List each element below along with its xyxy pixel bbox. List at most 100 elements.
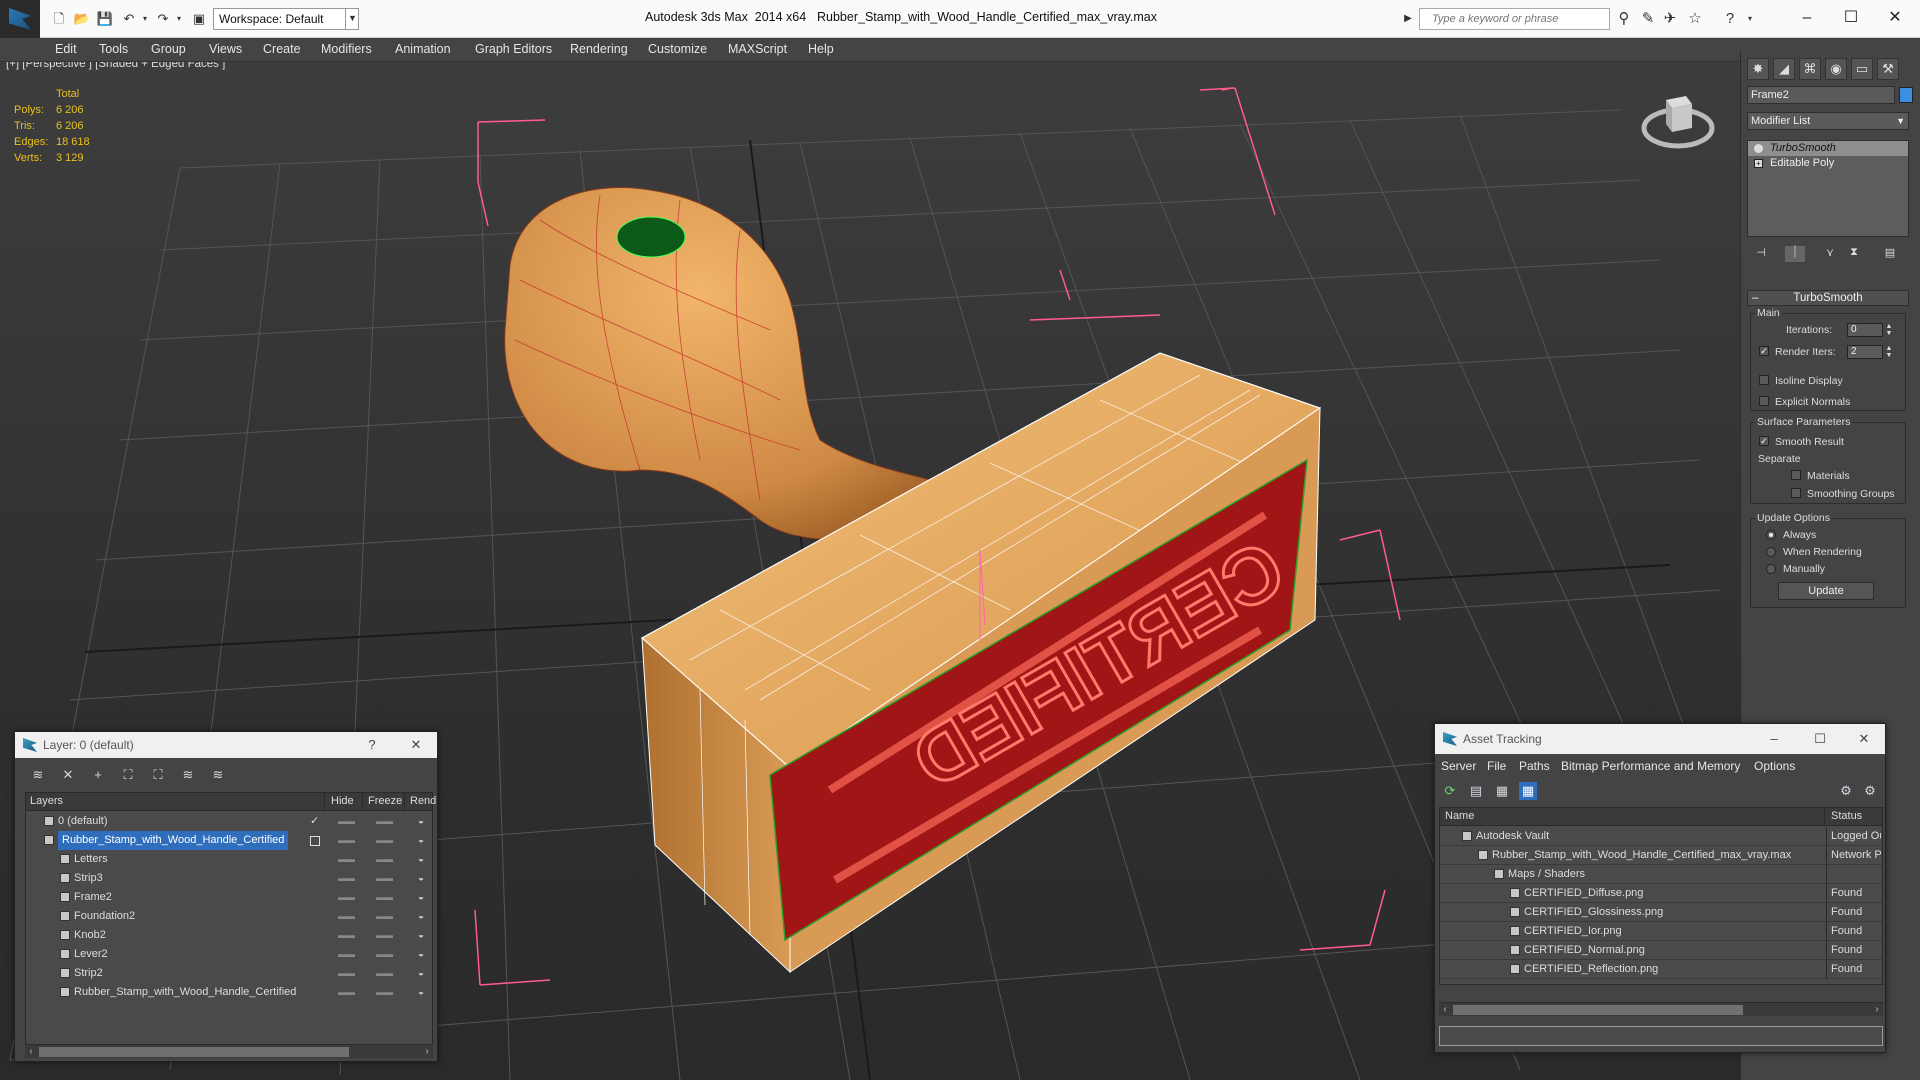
close-icon[interactable]: ✕ [401, 732, 431, 758]
render-toggle-icon[interactable]: ◒ [418, 888, 424, 907]
when-rendering-radio[interactable] [1766, 547, 1776, 557]
isoline-display-checkbox[interactable] [1759, 375, 1769, 385]
asset-row[interactable]: CERTIFIED_Ior.png Found [1440, 922, 1882, 941]
asset-menu-paths[interactable]: Paths [1519, 759, 1550, 773]
render-toggle-icon[interactable]: ◒ [418, 812, 424, 831]
project-folder-icon[interactable]: ▣ [190, 10, 208, 28]
binoculars-icon[interactable]: ⚲ [1614, 9, 1634, 29]
highlight-layer-icon[interactable]: ⛶ [149, 766, 167, 784]
help-icon[interactable]: ? [357, 732, 387, 758]
scroll-left-icon[interactable]: ‹ [1439, 1003, 1451, 1017]
explicit-normals-checkbox[interactable] [1759, 396, 1769, 406]
new-layer-icon[interactable]: ≋ [29, 766, 47, 784]
configure-sets-icon[interactable]: ▤ [1880, 246, 1900, 262]
close-button[interactable]: ✕ [1872, 3, 1918, 33]
workspace-dropdown-icon[interactable]: ▼ [345, 8, 359, 30]
hide-toggle-icon[interactable]: ▬▬ [338, 888, 355, 907]
redo-dropdown-icon[interactable]: ▾ [170, 10, 188, 28]
hide-toggle-icon[interactable]: ▬▬ [338, 964, 355, 983]
hide-toggle-icon[interactable]: ▬▬ [338, 926, 355, 945]
expand-search-icon[interactable]: ▶ [1398, 9, 1418, 29]
layer-row[interactable]: Strip3 ▬▬ ▬▬ ◒ [26, 869, 432, 888]
layer-row[interactable]: Frame2 ▬▬ ▬▬ ◒ [26, 888, 432, 907]
lightbulb-icon[interactable] [1754, 144, 1763, 153]
asset-list[interactable]: Name Status Autodesk Vault Logged Ou Rubbe… [1439, 807, 1883, 985]
render-toggle-icon[interactable]: ◒ [418, 945, 424, 964]
undo-dropdown-icon[interactable]: ▾ [136, 10, 154, 28]
menu-views[interactable]: Views [209, 42, 242, 56]
remove-modifier-icon[interactable]: ⧗ [1844, 246, 1864, 262]
render-iters-spinner[interactable]: 2 [1847, 345, 1883, 359]
freeze-toggle-icon[interactable]: ▬▬ [376, 907, 393, 926]
maximize-icon[interactable]: ☐ [1805, 724, 1835, 754]
render-iters-checkbox[interactable]: ✓ [1759, 346, 1769, 356]
menu-modifiers[interactable]: Modifiers [321, 42, 372, 56]
modifier-stack[interactable]: TurboSmooth + Editable Poly [1747, 140, 1909, 237]
scroll-right-icon[interactable]: › [421, 1045, 433, 1059]
asset-row[interactable]: CERTIFIED_Reflection.png Found [1440, 960, 1882, 979]
search-input[interactable] [1420, 9, 1590, 29]
asset-path-field[interactable] [1439, 1026, 1883, 1046]
column-name[interactable]: Name [1445, 810, 1474, 822]
freeze-toggle-icon[interactable]: ▬▬ [376, 964, 393, 983]
display-tab-icon[interactable]: ▭ [1851, 58, 1873, 80]
render-toggle-icon[interactable]: ◒ [418, 964, 424, 983]
asset-row[interactable]: Maps / Shaders [1440, 865, 1882, 884]
hide-toggle-icon[interactable]: ▬▬ [338, 869, 355, 888]
scroll-thumb[interactable] [39, 1047, 349, 1057]
column-hide[interactable]: Hide [331, 795, 354, 807]
help-dropdown-icon[interactable]: ▾ [1740, 9, 1760, 29]
make-unique-icon[interactable]: ⋎ [1820, 246, 1840, 262]
column-layers[interactable]: Layers [30, 795, 63, 807]
iterations-spinner[interactable]: 0 [1847, 323, 1883, 337]
scroll-thumb[interactable] [1453, 1005, 1743, 1015]
hide-toggle-icon[interactable]: ▬▬ [338, 812, 355, 831]
freeze-all-layers-icon[interactable]: ≋ [209, 766, 227, 784]
manually-radio[interactable] [1766, 564, 1776, 574]
layer-horizontal-scrollbar[interactable]: ‹ › [25, 1044, 433, 1058]
asset-horizontal-scrollbar[interactable]: ‹ › [1439, 1002, 1883, 1016]
hide-toggle-icon[interactable]: ▬▬ [338, 831, 355, 850]
vault-icon[interactable]: ⚙ [1837, 782, 1855, 800]
open-file-icon[interactable]: 📂 [73, 10, 91, 28]
create-tab-icon[interactable]: ✸ [1747, 58, 1769, 80]
help-icon[interactable]: ? [1720, 9, 1740, 29]
table-view-icon[interactable]: ▦ [1519, 782, 1537, 800]
maximize-button[interactable]: ☐ [1828, 3, 1874, 33]
refresh-icon[interactable]: ⟳ [1441, 782, 1459, 800]
freeze-toggle-icon[interactable]: ▬▬ [376, 983, 393, 1002]
hide-toggle-icon[interactable]: ▬▬ [338, 907, 355, 926]
freeze-toggle-icon[interactable]: ▬▬ [376, 831, 393, 850]
layer-row[interactable]: Letters ▬▬ ▬▬ ◒ [26, 850, 432, 869]
render-toggle-icon[interactable]: ◒ [418, 869, 424, 888]
layer-list[interactable]: Layers Hide Freeze Rend 0 (default) ✓ ▬▬ ▬▬… [25, 792, 436, 1052]
object-name-field[interactable]: Frame2 [1747, 86, 1895, 104]
add-to-layer-icon[interactable]: + [89, 766, 107, 784]
modify-tab-icon[interactable]: ◢ [1773, 58, 1795, 80]
communication-icon[interactable]: ✈ [1660, 9, 1680, 29]
scroll-left-icon[interactable]: ‹ [25, 1045, 37, 1059]
asset-menu-server[interactable]: Server [1441, 759, 1476, 773]
freeze-toggle-icon[interactable]: ▬▬ [376, 812, 393, 831]
menu-graph-editors[interactable]: Graph Editors [475, 42, 552, 56]
menu-customize[interactable]: Customize [648, 42, 707, 56]
show-end-result-icon[interactable]: ⏐ [1785, 246, 1805, 262]
active-layer-check-icon[interactable]: ✓ [310, 812, 319, 831]
spinner-arrows-icon[interactable]: ▲ ▼ [1884, 345, 1894, 359]
viewcube-icon[interactable] [1640, 84, 1716, 154]
update-button[interactable]: Update [1778, 582, 1874, 600]
freeze-toggle-icon[interactable]: ▬▬ [376, 869, 393, 888]
menu-rendering[interactable]: Rendering [570, 42, 628, 56]
menu-group[interactable]: Group [151, 42, 186, 56]
freeze-toggle-icon[interactable]: ▬▬ [376, 926, 393, 945]
scroll-right-icon[interactable]: › [1871, 1003, 1883, 1017]
smoothing-groups-checkbox[interactable] [1791, 488, 1801, 498]
close-icon[interactable]: ✕ [1849, 724, 1879, 754]
subscription-icon[interactable]: ✎ [1638, 9, 1658, 29]
layer-row[interactable]: Rubber_Stamp_with_Wood_Handle_Certified ▬… [26, 831, 432, 850]
render-toggle-icon[interactable]: ◒ [418, 983, 424, 1002]
freeze-toggle-icon[interactable]: ▬▬ [376, 888, 393, 907]
thumbnail-view-icon[interactable]: ▦ [1493, 782, 1511, 800]
expand-icon[interactable]: + [1754, 159, 1763, 168]
menu-help[interactable]: Help [808, 42, 834, 56]
